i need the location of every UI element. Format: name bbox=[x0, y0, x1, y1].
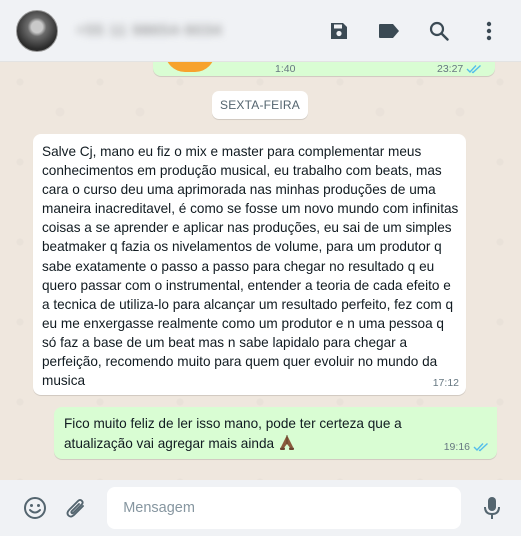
date-separator: SEXTA-FEIRA bbox=[212, 91, 308, 119]
message-text: Fico muito feliz de ler isso mano, pode … bbox=[64, 416, 402, 451]
message-input[interactable] bbox=[107, 487, 462, 529]
avatar[interactable] bbox=[16, 9, 58, 52]
emoji-button[interactable] bbox=[18, 491, 52, 525]
message-text-wrapper: Fico muito feliz de ler isso mano, pode … bbox=[64, 414, 424, 453]
microphone-icon bbox=[484, 497, 501, 519]
search-icon bbox=[429, 21, 449, 41]
outgoing-message[interactable]: Fico muito feliz de ler isso mano, pode … bbox=[54, 407, 497, 459]
chat-area[interactable]: 1:40 23:27 SEXTA-FEIRA Salve Cj, mano eu… bbox=[0, 62, 521, 480]
message-time: 19:16 bbox=[443, 441, 470, 453]
emoji-icon bbox=[23, 497, 46, 519]
attach-icon bbox=[66, 499, 85, 518]
message-text: Salve Cj, mano eu fiz o mix e master par… bbox=[42, 144, 459, 389]
message-time: 17:12 bbox=[432, 377, 459, 389]
chat-header: +55 11 98654-9034 bbox=[0, 0, 521, 62]
save-icon bbox=[331, 22, 347, 39]
contact-name[interactable]: +55 11 98654-9034 bbox=[76, 22, 321, 39]
message-composer bbox=[0, 480, 521, 536]
double-check-read-icon bbox=[473, 442, 488, 452]
previous-message-time: 23:27 bbox=[437, 63, 482, 75]
label-tag-icon bbox=[379, 23, 399, 38]
header-actions bbox=[321, 13, 507, 49]
double-check-read-icon bbox=[466, 64, 482, 74]
message-time: 23:27 bbox=[437, 63, 464, 75]
voice-message-button[interactable] bbox=[475, 491, 509, 525]
menu-dots-icon bbox=[486, 21, 492, 40]
label-button[interactable] bbox=[371, 13, 407, 49]
search-button[interactable] bbox=[421, 13, 457, 49]
menu-button[interactable] bbox=[471, 13, 507, 49]
audio-duration: 1:40 bbox=[275, 63, 296, 75]
attach-button[interactable] bbox=[60, 491, 94, 525]
incoming-message[interactable]: Salve Cj, mano eu fiz o mix e master par… bbox=[33, 134, 466, 395]
save-button[interactable] bbox=[321, 13, 357, 49]
folded-hands-emoji bbox=[279, 435, 294, 450]
message-time-status: 19:16 bbox=[444, 441, 489, 453]
